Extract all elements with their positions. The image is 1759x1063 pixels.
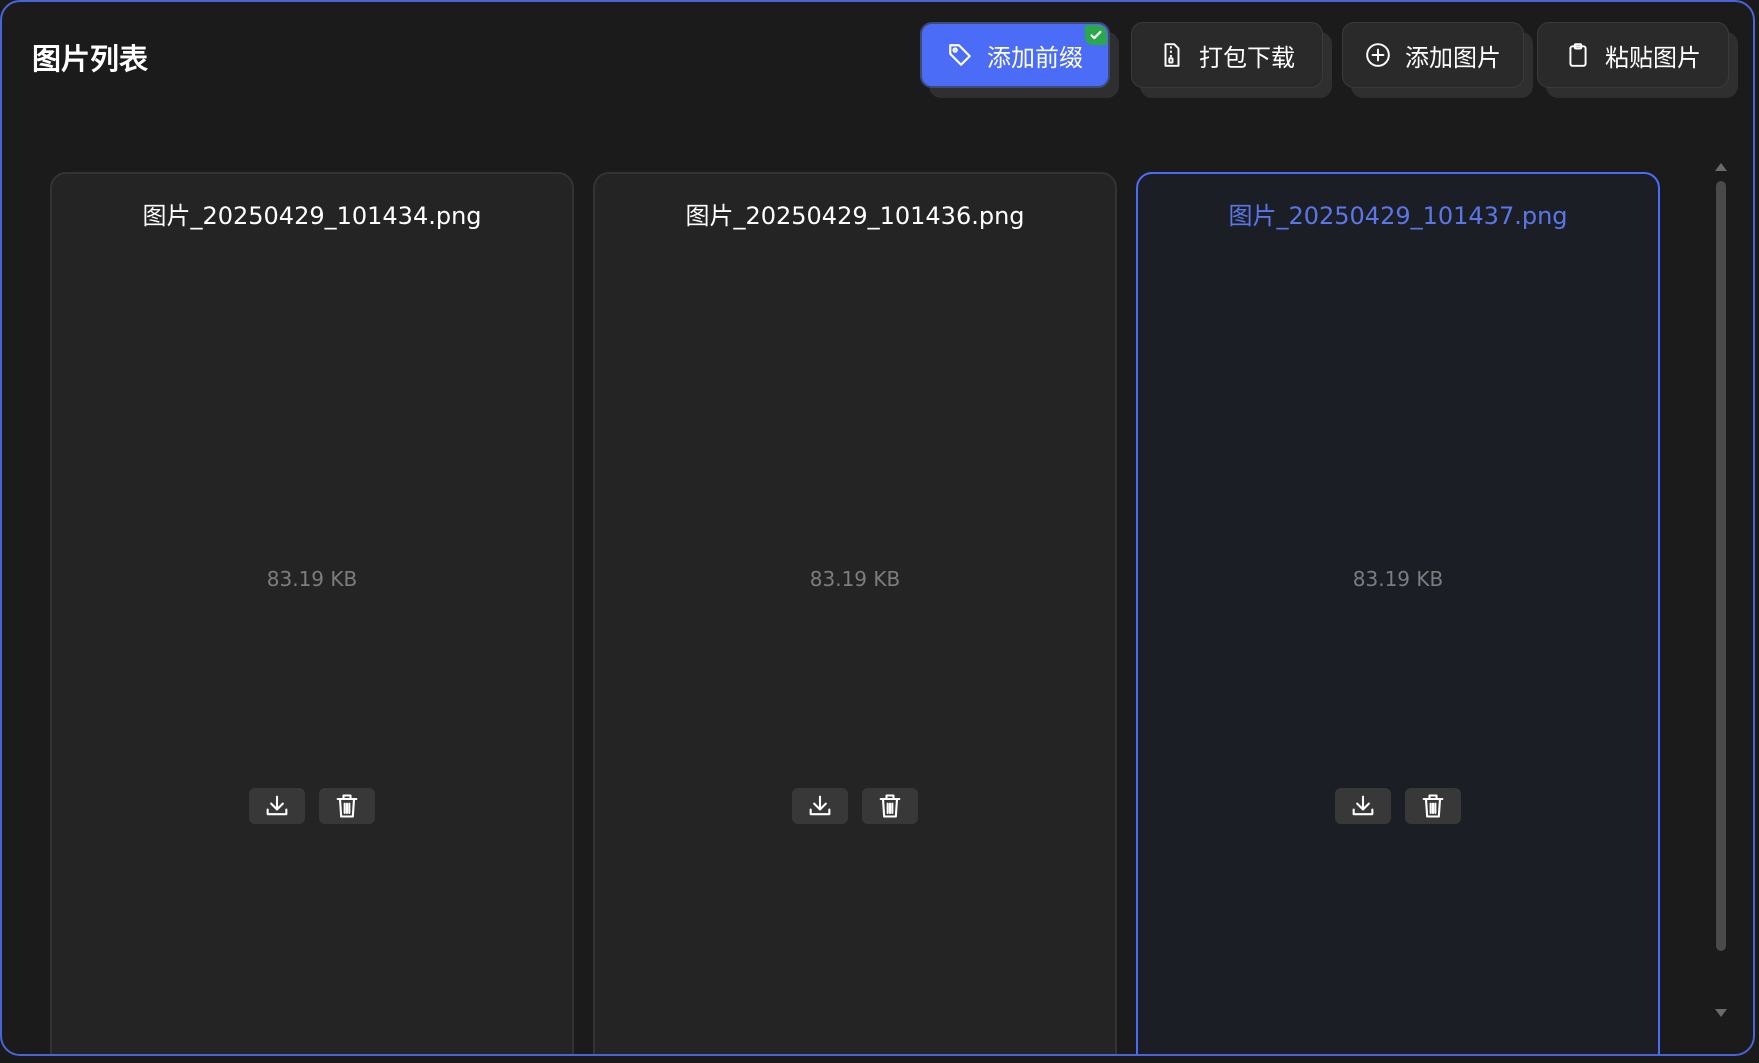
delete-button[interactable] xyxy=(862,788,918,824)
paste-image-button[interactable]: 粘贴图片 xyxy=(1537,22,1729,88)
pack-download-label: 打包下载 xyxy=(1199,43,1295,72)
image-file-size: 83.19 KB xyxy=(266,567,358,591)
trash-icon xyxy=(1419,792,1447,820)
card-actions xyxy=(1138,788,1658,824)
paste-image-label: 粘贴图片 xyxy=(1605,43,1701,72)
tag-icon xyxy=(947,42,973,68)
scroll-up-arrow-icon[interactable] xyxy=(1715,163,1727,171)
image-card[interactable]: 图片_20250429_101436.png 83.19 KB xyxy=(593,172,1117,1054)
pack-download-button[interactable]: 打包下载 xyxy=(1131,22,1323,88)
download-button[interactable] xyxy=(1335,788,1391,824)
trash-icon xyxy=(333,792,361,820)
scroll-thumb[interactable] xyxy=(1716,181,1726,951)
zip-file-icon xyxy=(1159,42,1185,68)
page-title: 图片列表 xyxy=(32,42,149,76)
add-prefix-label: 添加前缀 xyxy=(987,43,1083,72)
plus-circle-icon xyxy=(1365,42,1391,68)
image-file-name: 图片_20250429_101436.png xyxy=(685,202,1025,230)
image-file-name: 图片_20250429_101437.png xyxy=(1228,202,1568,230)
add-image-button[interactable]: 添加图片 xyxy=(1342,22,1524,88)
download-button[interactable] xyxy=(249,788,305,824)
vertical-scrollbar[interactable] xyxy=(1710,157,1732,1027)
download-icon xyxy=(806,792,834,820)
download-icon xyxy=(1349,792,1377,820)
image-card-selected[interactable]: 图片_20250429_101437.png 83.19 KB xyxy=(1136,172,1660,1054)
image-card[interactable]: 图片_20250429_101434.png 83.19 KB xyxy=(50,172,574,1054)
download-icon xyxy=(263,792,291,820)
image-file-name: 图片_20250429_101434.png xyxy=(142,202,482,230)
add-image-label: 添加图片 xyxy=(1405,43,1501,72)
scroll-down-arrow-icon[interactable] xyxy=(1715,1009,1727,1017)
download-button[interactable] xyxy=(792,788,848,824)
checkmark-icon xyxy=(1085,25,1107,45)
add-prefix-button[interactable]: 添加前缀 xyxy=(920,22,1110,88)
image-file-size: 83.19 KB xyxy=(1352,567,1444,591)
image-file-size: 83.19 KB xyxy=(809,567,901,591)
trash-icon xyxy=(876,792,904,820)
clipboard-icon xyxy=(1565,42,1591,68)
delete-button[interactable] xyxy=(319,788,375,824)
card-actions xyxy=(595,788,1115,824)
delete-button[interactable] xyxy=(1405,788,1461,824)
image-list-panel: 图片列表 添加前缀 打包下载 添加图片 粘贴图片 图片_20250429_101… xyxy=(0,0,1755,1056)
card-actions xyxy=(52,788,572,824)
